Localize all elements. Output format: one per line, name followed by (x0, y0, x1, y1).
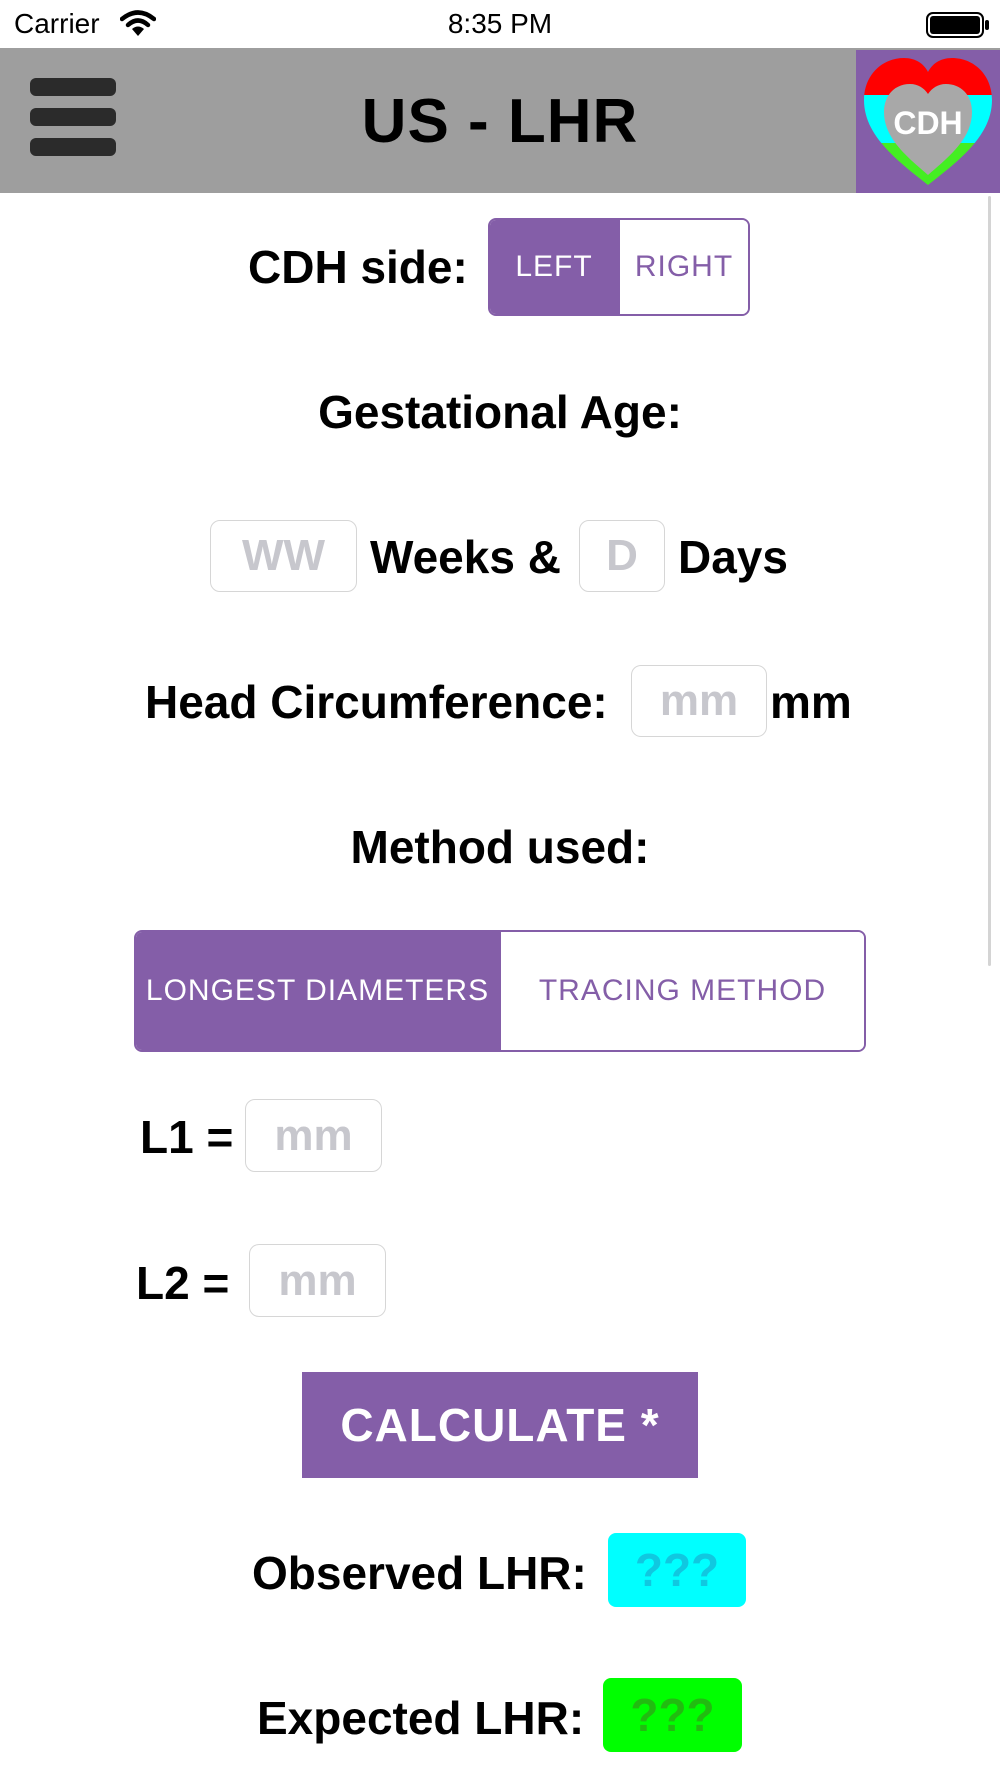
observed-lhr-label: Observed LHR: (252, 1547, 587, 1599)
method-segmented-control: LONGEST DIAMETERS TRACING METHOD (134, 930, 866, 1052)
cdh-side-left-option[interactable]: LEFT (490, 220, 618, 314)
scroll-indicator[interactable] (988, 196, 991, 966)
gestational-age-label: Gestational Age: (318, 386, 682, 438)
logo-text: CDH (893, 105, 962, 141)
weeks-label: Weeks & (370, 531, 561, 583)
observed-lhr-value: ??? (608, 1533, 746, 1607)
head-circumference-label: Head Circumference: (145, 676, 608, 728)
page-title: US - LHR (361, 87, 639, 156)
cdh-side-label: CDH side: (248, 241, 468, 293)
calculate-button[interactable]: CALCULATE * (302, 1372, 698, 1478)
days-input[interactable]: D (579, 520, 665, 592)
head-circumference-unit: mm (770, 676, 852, 728)
battery-icon (926, 12, 990, 43)
method-label: Method used: (350, 821, 650, 873)
cdh-side-segmented-control: LEFT RIGHT (488, 218, 750, 316)
l2-input[interactable]: mm (249, 1244, 386, 1317)
status-time: 8:35 PM (447, 8, 553, 39)
status-bar: Carrier 8:35 PM (0, 0, 1000, 48)
nav-bar: US - LHR CDH (0, 48, 1000, 193)
expected-lhr-label: Expected LHR: (257, 1692, 585, 1744)
method-tracing-option[interactable]: TRACING METHOD (499, 932, 864, 1050)
days-label: Days (678, 531, 788, 583)
cdh-side-right-option[interactable]: RIGHT (618, 220, 748, 314)
l2-label: L2 = (136, 1257, 230, 1309)
head-circumference-input[interactable]: mm (631, 665, 767, 737)
expected-lhr-value: ??? (603, 1678, 742, 1752)
weeks-input[interactable]: WW (210, 520, 357, 592)
cdh-logo[interactable]: CDH (856, 50, 1000, 193)
l1-label: L1 = (140, 1111, 234, 1163)
l1-input[interactable]: mm (245, 1099, 382, 1172)
method-longest-diameters-option[interactable]: LONGEST DIAMETERS (136, 932, 499, 1050)
